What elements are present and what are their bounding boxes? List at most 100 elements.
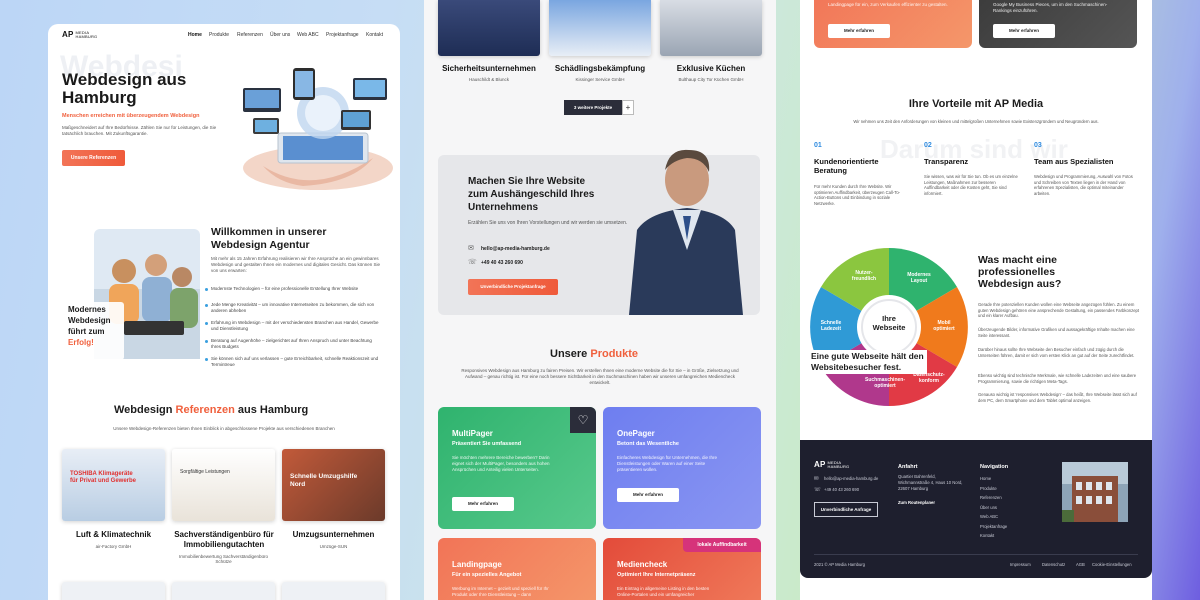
reference-card[interactable]: Schnelle Umzugshilfe Nord — [282, 449, 385, 521]
reference-title: Luft & Klimatechnik — [75, 530, 152, 539]
products-text: Responsives Webdesign aus Hamburg zu fai… — [461, 368, 739, 385]
products-title: Unsere Produkte — [550, 348, 639, 360]
nav-web-abc[interactable]: Web ABC — [297, 32, 319, 38]
footer-nav-link[interactable]: Über uns — [980, 503, 997, 513]
cta-title-line1: Machen Sie Ihre Website — [468, 176, 586, 187]
nav-kontakt[interactable]: Kontakt — [366, 32, 383, 38]
phone-icon: ☏ — [814, 487, 821, 493]
product-card-onepager[interactable]: OnePager Betont das Wesentliche Einfache… — [603, 407, 761, 529]
footer-email-link[interactable]: hello@ap-media-hamburg.de — [824, 474, 878, 484]
footer-phone-link[interactable]: +49 40 43 260 690 — [824, 485, 859, 495]
cta-email-link[interactable]: hello@ap-media-hamburg.de — [481, 246, 550, 252]
reference-card[interactable]: TOSHIBA Klimageräte für Privat und Gewer… — [62, 449, 165, 521]
product-subtitle: Betont das Wesentliche — [617, 441, 679, 447]
product-card-landingpage[interactable]: Landingpage Für ein spezielles Angebot W… — [438, 538, 596, 600]
wheel-segment-label: Modernes Layout — [907, 272, 931, 284]
more-projects-button[interactable]: 3 weitere Projekte — [564, 100, 622, 115]
reference-client: Bulthaup City Tor Küchen GmbH — [678, 77, 744, 82]
nav-ueber-uns[interactable]: Über uns — [270, 32, 290, 38]
product-title: MultiPager — [452, 429, 493, 438]
footer-nav-link[interactable]: Web ABC — [980, 512, 998, 522]
reference-card[interactable] — [438, 0, 540, 56]
why-paragraph: Darüber hinaus sollte Ihre Webseite den … — [978, 347, 1135, 358]
hero-title-line1: Webdesign aus — [62, 70, 187, 89]
product-subtitle: Präsentiert Sie umfassend — [452, 441, 522, 447]
route-planner-link[interactable]: Zum Routenplaner — [898, 498, 935, 508]
reference-title: Umzugsunternehmen — [292, 530, 375, 539]
more-info-button[interactable]: Mehr erfahren — [617, 488, 679, 502]
reference-title: Schädlingsbekämpfung — [554, 64, 646, 73]
reference-title: Sachverständigenbüro für Immobiliengutac… — [174, 530, 274, 549]
advantage-title: Transparenz — [924, 157, 969, 166]
middle-page-screenshot: Sicherheitsunternehmen Hauschildt & Blun… — [424, 0, 776, 600]
reference-card[interactable]: Sorgfältige Leistungen — [172, 449, 275, 521]
top-nav: AP MEDIA HAMBURG Home Produkte Referenzen … — [48, 24, 400, 46]
product-card-mediencheck[interactable]: Google My Business Pieces, um im den Suc… — [979, 0, 1137, 48]
badge-line2: Webdesign — [68, 316, 111, 325]
product-card-landingpage[interactable]: Landingpage für ein, zum Verkaufen effiz… — [814, 0, 972, 48]
hero-devices-illustration — [243, 68, 393, 190]
welcome-text: Mit mehr als 15 Jahren Erfahrung realisi… — [211, 256, 381, 273]
product-text: Werbung im Internet – gezielt und spezie… — [452, 586, 549, 597]
reference-screenshot-text: Sorgfältige Leistungen — [180, 469, 230, 475]
cta-phone-link[interactable]: +49 40 43 260 690 — [481, 260, 523, 266]
success-badge: Modernes Webdesign führt zum Erfolg! — [64, 302, 124, 360]
footer-nav-link[interactable]: Referenzen — [980, 493, 1002, 503]
advantage-number: 01 — [814, 142, 822, 149]
footer-request-button[interactable]: Unverbindliche Anfrage — [814, 502, 878, 517]
welcome-bullet: Sie können sich auf uns verlassen – gute… — [205, 356, 381, 368]
nav-projektanfrage[interactable]: Projektanfrage — [326, 32, 359, 38]
ap-media-logo[interactable]: AP MEDIA HAMBURG — [62, 30, 97, 39]
datenschutz-link[interactable]: Datenschutz — [1042, 560, 1065, 570]
footer-nav-link[interactable]: Projektanfrage — [980, 522, 1007, 532]
heart-icon[interactable]: ♡ — [570, 407, 596, 433]
advantage-number: 02 — [924, 142, 932, 149]
product-subtitle: Optimiert Ihre Internetpräsenz — [617, 572, 696, 578]
welcome-bullet: Beratung auf Augenhöhe – zielgerichtet a… — [205, 338, 381, 350]
why-paragraph: Überzeugende Bilder, informative Grafike… — [978, 327, 1135, 338]
footer-logo[interactable]: AP MEDIA HAMBURG — [814, 460, 849, 469]
reference-screenshot-text: TOSHIBA Klimageräte für Privat und Gewer… — [70, 471, 137, 484]
hero-references-button[interactable]: Unsere Referenzen — [62, 150, 125, 166]
office-building-photo — [1062, 462, 1128, 522]
product-subtitle: Für ein spezielles Angebot — [452, 572, 522, 578]
reference-card[interactable] — [282, 582, 385, 600]
product-title: Mediencheck — [617, 560, 668, 569]
project-request-button[interactable]: Unverbindliche Projektanfrage — [468, 279, 558, 295]
product-card-multipager[interactable]: ♡ MultiPager Präsentiert Sie umfassend S… — [438, 407, 596, 529]
product-text: Einfacheres Webdesign für Unternehmen, d… — [617, 455, 717, 472]
wheel-banner: Eine gute Webseite hält den Websitebesuch… — [808, 350, 927, 374]
plus-button[interactable]: + — [622, 100, 634, 115]
hero-text: Maßgeschneidert auf Ihre Bedürfnisse. Zä… — [62, 125, 217, 136]
why-paragraph: Genauso wichtig ist 'responsives Webdesi… — [978, 392, 1137, 403]
nav-home[interactable]: Home — [188, 32, 202, 38]
product-text: Ein Eintrag in allgemeine Listing in den… — [617, 586, 710, 597]
welcome-bullet: Modernste Technologien – für eine profes… — [205, 286, 381, 292]
nav-referenzen[interactable]: Referenzen — [237, 32, 263, 38]
badge-line1: Modernes — [68, 305, 106, 314]
welcome-bullet: Jede Menge Kreativität – um innovative I… — [205, 302, 381, 314]
footer-nav-link[interactable]: Home — [980, 474, 991, 484]
advantage-text: Sie wissen, was wir für Sie tun. Ob es u… — [924, 174, 1018, 196]
product-title: OnePager — [617, 429, 655, 438]
reference-card[interactable] — [660, 0, 762, 56]
impressum-link[interactable]: Impressum — [1010, 560, 1031, 570]
reference-card[interactable] — [62, 582, 165, 600]
more-info-button[interactable]: Mehr erfahren — [452, 497, 514, 511]
advantage-number: 03 — [1034, 142, 1042, 149]
footer-nav-link[interactable]: Kontakt — [980, 531, 994, 541]
nav-produkte[interactable]: Produkte — [209, 32, 229, 38]
reference-card[interactable] — [172, 582, 275, 600]
advantage-text: Für mehr Kunden durch Ihre Website. Wir … — [814, 184, 901, 206]
phone-icon: ☏ — [468, 259, 477, 266]
product-title: Landingpage — [452, 560, 502, 569]
agb-link[interactable]: AGB — [1076, 560, 1085, 570]
why-title: Was macht eine professionelles Webdesign a… — [978, 254, 1062, 290]
more-info-button[interactable]: Mehr erfahren — [993, 24, 1055, 38]
reference-card[interactable] — [549, 0, 651, 56]
more-info-button[interactable]: Mehr erfahren — [828, 24, 890, 38]
mail-icon: ✉ — [814, 476, 819, 482]
footer-nav-link[interactable]: Produkte — [980, 484, 997, 494]
cookie-settings-link[interactable]: Cookie-Einstellungen — [1092, 560, 1132, 570]
product-card-mediencheck[interactable]: lokale Auffindbarkeit Mediencheck Optimi… — [603, 538, 761, 600]
